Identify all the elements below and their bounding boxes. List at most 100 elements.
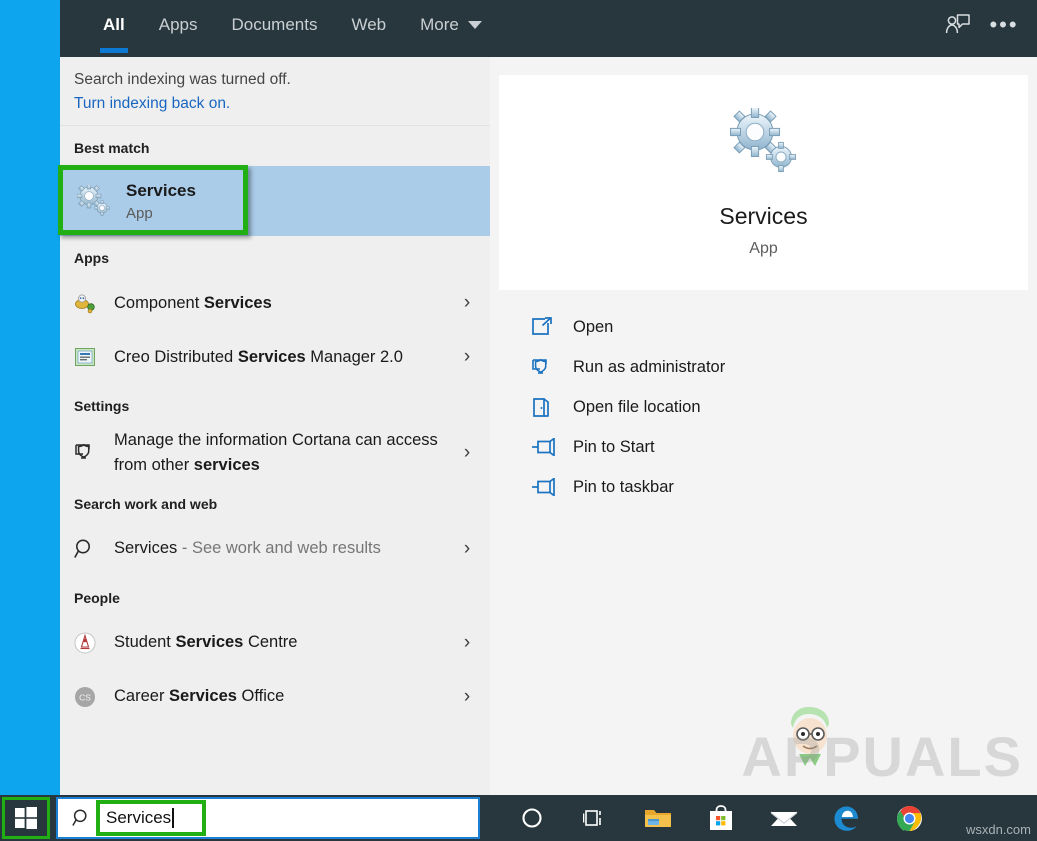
chevron-right-icon[interactable]: ›: [454, 292, 480, 314]
preview-actions: Open Run as administrator Open file loca…: [499, 307, 1028, 507]
search-tabs: All Apps Documents Web More: [60, 0, 499, 53]
result-label: Student Services Centre: [114, 633, 298, 652]
google-chrome-button[interactable]: [878, 795, 941, 841]
results-column: Search indexing was turned off. Turn ind…: [58, 57, 490, 795]
microsoft-store-icon: [709, 805, 732, 830]
result-label: Component Services: [114, 293, 272, 312]
task-view-button[interactable]: [563, 795, 626, 841]
career-services-avatar: CS: [74, 686, 114, 708]
tab-apps[interactable]: Apps: [142, 0, 215, 50]
best-match-result-services[interactable]: Services App: [58, 165, 490, 236]
open-arrow-icon: [531, 317, 573, 337]
mail-button[interactable]: [752, 795, 815, 841]
action-label: Pin to Start: [573, 437, 655, 456]
chevron-right-icon[interactable]: ›: [454, 346, 480, 368]
text-caret: [172, 808, 174, 828]
action-run-as-administrator[interactable]: Run as administrator: [499, 347, 1028, 387]
search-icon: [74, 538, 114, 560]
action-label: Open file location: [573, 397, 701, 416]
feedback-button[interactable]: [935, 2, 981, 48]
group-header-apps: Apps: [74, 250, 109, 266]
shield-monitor-icon: [74, 442, 114, 464]
chevron-right-icon[interactable]: ›: [454, 632, 480, 654]
action-pin-to-start[interactable]: Pin to Start: [499, 427, 1028, 467]
preview-card: Services App: [499, 75, 1028, 290]
tab-documents-label: Documents: [231, 15, 318, 34]
windows-search-flyout: All Apps Documents Web More ••• Search i…: [58, 0, 1037, 795]
edge-icon: [834, 806, 858, 831]
chevron-down-icon: [467, 21, 482, 29]
preview-subtitle: App: [749, 239, 778, 257]
action-pin-to-taskbar[interactable]: Pin to taskbar: [499, 467, 1028, 507]
tab-documents[interactable]: Documents: [214, 0, 334, 50]
more-options-button[interactable]: •••: [981, 2, 1027, 48]
file-explorer-icon: [644, 810, 671, 827]
file-explorer-button[interactable]: [626, 795, 689, 841]
result-label: Creo Distributed Services Manager 2.0: [114, 347, 403, 366]
student-services-avatar: [74, 632, 114, 654]
tab-apps-label: Apps: [158, 15, 198, 34]
task-view-icon: [582, 810, 601, 826]
action-label: Open: [573, 317, 614, 336]
search-input-wrapper[interactable]: Services: [96, 800, 206, 836]
tab-all-label: All: [103, 15, 125, 34]
ellipsis-icon: •••: [989, 12, 1019, 37]
component-services-icon: [74, 292, 114, 314]
group-header-search-work-and-web: Search work and web: [74, 495, 218, 512]
svg-text:CS: CS: [79, 692, 91, 702]
result-career-services-office[interactable]: CS Career Services Office ›: [60, 670, 490, 724]
action-label: Run as administrator: [573, 357, 726, 376]
cortana-button[interactable]: [500, 795, 563, 841]
chevron-right-icon[interactable]: ›: [454, 538, 480, 560]
result-search-web-services[interactable]: Services - See work and web results ›: [60, 522, 490, 576]
taskbar-icons: [500, 795, 941, 841]
start-button[interactable]: [0, 795, 52, 841]
mail-icon: [770, 811, 797, 826]
action-open-file-location[interactable]: Open file location: [499, 387, 1028, 427]
desktop: All Apps Documents Web More ••• Search i…: [0, 0, 1037, 841]
taskbar-search-box[interactable]: Services: [56, 797, 480, 839]
search-body: Search indexing was turned off. Turn ind…: [58, 57, 1037, 795]
indexing-notice: Search indexing was turned off. Turn ind…: [60, 57, 490, 126]
action-label: Pin to taskbar: [573, 477, 674, 496]
group-header-best-match: Best match: [74, 140, 150, 156]
preview-title: Services: [719, 202, 808, 229]
folder-open-icon: [531, 397, 573, 418]
wsxdn-watermark: wsxdn.com: [965, 822, 1031, 837]
result-component-services[interactable]: Component Services ›: [60, 276, 490, 330]
chevron-right-icon[interactable]: ›: [454, 442, 480, 464]
creo-manager-icon: [74, 346, 114, 368]
microsoft-edge-button[interactable]: [815, 795, 878, 841]
turn-indexing-back-on-link[interactable]: Turn indexing back on.: [74, 95, 476, 113]
tab-more[interactable]: More: [403, 0, 499, 50]
tab-web-label: Web: [351, 15, 387, 34]
chrome-icon: [897, 805, 922, 831]
chevron-right-icon[interactable]: ›: [454, 686, 480, 708]
header-actions: •••: [935, 0, 1027, 50]
result-student-services-centre[interactable]: Student Services Centre ›: [60, 616, 490, 670]
result-label: Career Services Office: [114, 687, 285, 706]
microsoft-store-button[interactable]: [689, 795, 752, 841]
result-label: Manage the information Cortana can acces…: [114, 431, 438, 474]
taskbar: Services wsxdn.com: [0, 795, 1037, 841]
best-match-title: Services: [126, 181, 196, 201]
services-gears-icon: [68, 185, 120, 217]
pin-icon: [531, 438, 573, 456]
result-manage-cortana-information[interactable]: Manage the information Cortana can acces…: [60, 424, 490, 482]
tab-web[interactable]: Web: [334, 0, 403, 50]
services-gears-icon: [729, 106, 799, 179]
person-feedback-icon: [945, 14, 970, 34]
best-match-text: Services App: [126, 180, 196, 221]
best-match-subtitle: App: [126, 204, 153, 222]
search-header: All Apps Documents Web More •••: [60, 0, 1037, 57]
search-icon: [72, 808, 92, 828]
cortana-circle-icon: [521, 808, 542, 828]
group-header-settings: Settings: [74, 398, 130, 414]
pin-icon: [531, 478, 573, 496]
tab-all[interactable]: All: [86, 0, 142, 53]
search-input[interactable]: Services: [101, 808, 171, 828]
result-creo-distributed-services-manager[interactable]: Creo Distributed Services Manager 2.0 ›: [60, 330, 490, 384]
windows-logo-icon: [15, 807, 37, 829]
preview-pane: Services App Open Run as administrator O…: [490, 57, 1037, 795]
action-open[interactable]: Open: [499, 307, 1028, 347]
